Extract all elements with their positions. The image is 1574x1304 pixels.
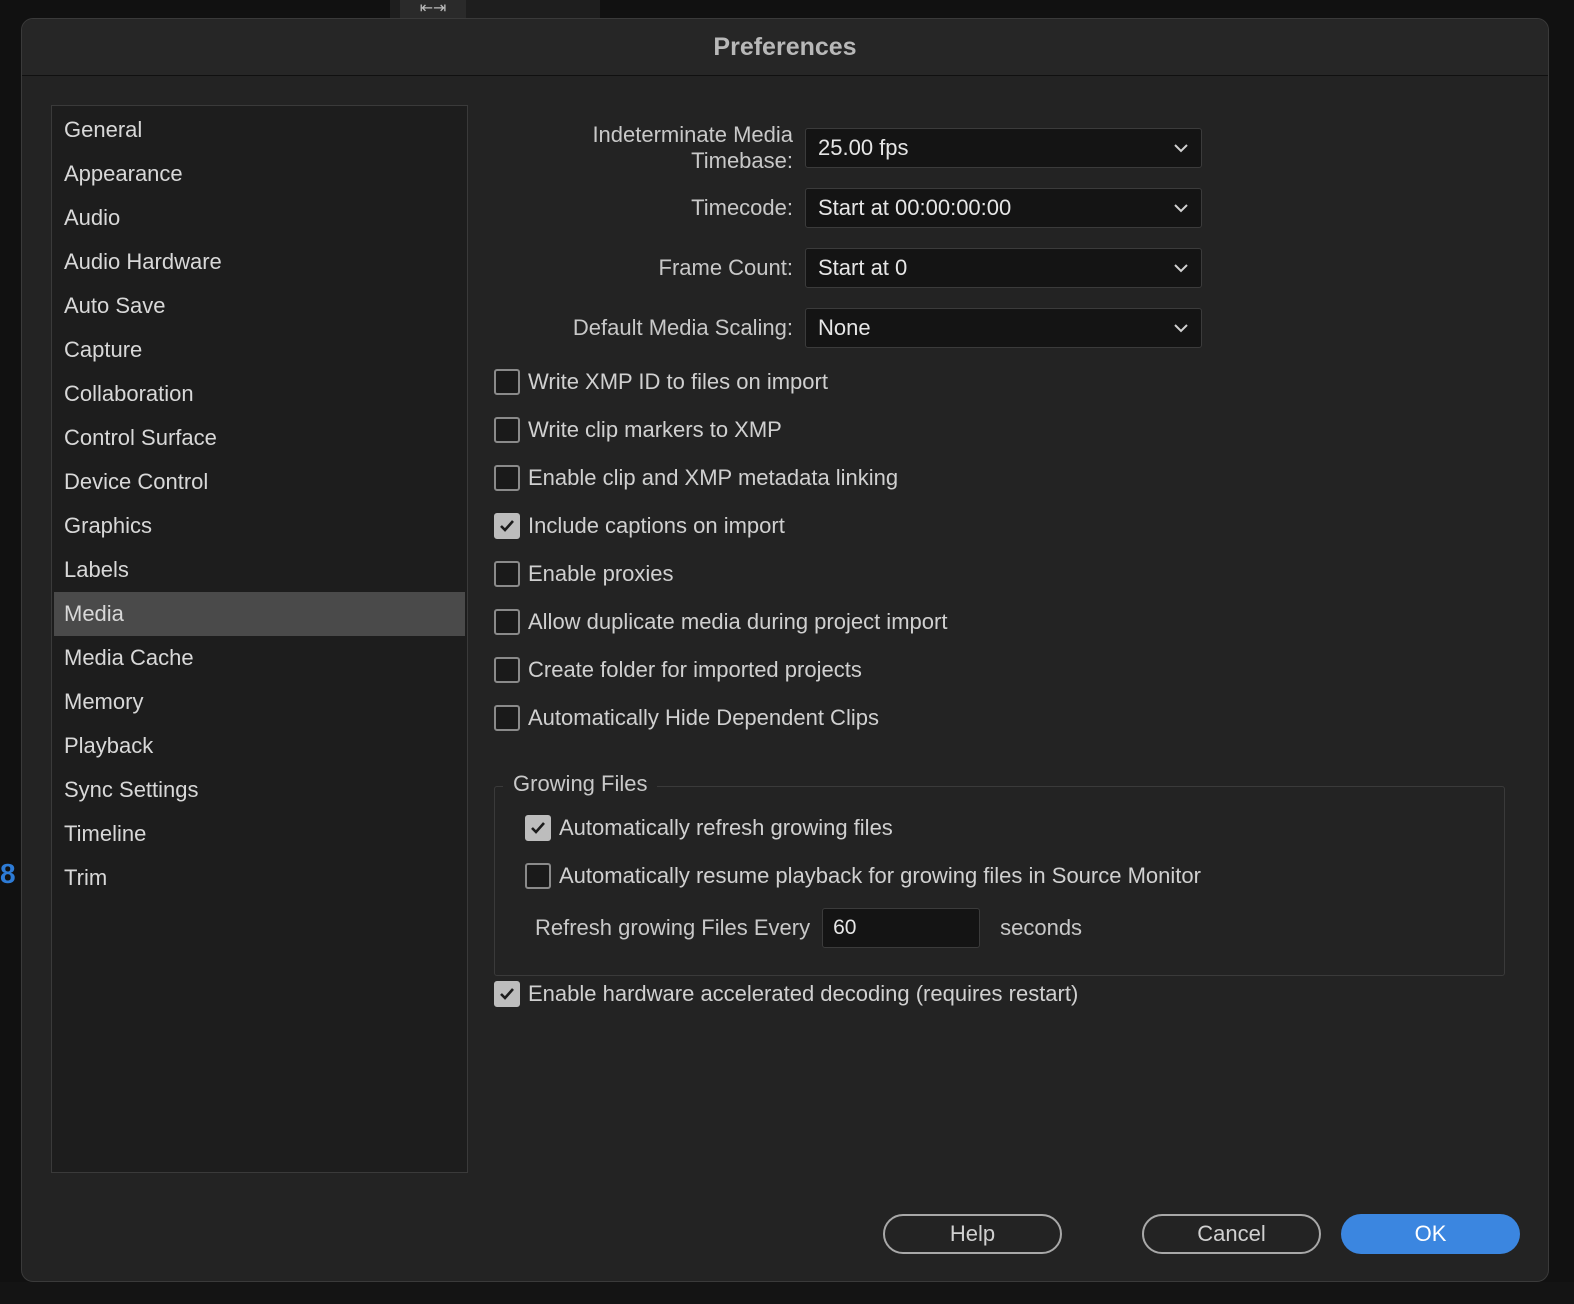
timebase-label: Indeterminate Media Timebase:	[592, 122, 793, 173]
background-number: 8	[0, 858, 16, 889]
option-hide-dependent-clips[interactable]: Automatically Hide Dependent Clips	[494, 703, 879, 733]
preferences-sidebar: General Appearance Audio Audio Hardware …	[51, 105, 468, 1173]
option-label: Enable proxies	[528, 561, 674, 586]
checkbox[interactable]	[525, 863, 551, 889]
option-write-clip-markers[interactable]: Write clip markers to XMP	[494, 415, 782, 445]
sidebar-item-labels[interactable]: Labels	[54, 548, 465, 592]
sidebar-item-trim[interactable]: Trim	[54, 856, 465, 900]
option-label: Write clip markers to XMP	[528, 417, 782, 442]
timebase-value: 25.00 fps	[818, 135, 909, 160]
option-label: Enable hardware accelerated decoding (re…	[528, 981, 1079, 1006]
sidebar-item-auto-save[interactable]: Auto Save	[54, 284, 465, 328]
scaling-row: Default Media Scaling: None	[492, 308, 1202, 348]
checkbox[interactable]	[494, 369, 520, 395]
growing-files-group: Growing Files Automatically refresh grow…	[494, 771, 1505, 976]
dialog-title: Preferences	[713, 32, 857, 61]
sidebar-item-device-control[interactable]: Device Control	[54, 460, 465, 504]
growing-files-legend: Growing Files	[503, 771, 658, 797]
option-create-folder[interactable]: Create folder for imported projects	[494, 655, 862, 685]
option-label: Enable clip and XMP metadata linking	[528, 465, 899, 490]
frame-count-select[interactable]: Start at 0	[805, 248, 1202, 288]
checkmark-icon	[531, 822, 545, 834]
option-label: Write XMP ID to files on import	[528, 369, 828, 394]
option-allow-duplicate-media[interactable]: Allow duplicate media during project imp…	[494, 607, 947, 637]
checkbox[interactable]	[494, 609, 520, 635]
sidebar-item-memory[interactable]: Memory	[54, 680, 465, 724]
checkbox[interactable]	[494, 465, 520, 491]
option-enable-proxies[interactable]: Enable proxies	[494, 559, 674, 589]
checkbox[interactable]	[494, 417, 520, 443]
sidebar-item-appearance[interactable]: Appearance	[54, 152, 465, 196]
option-label: Create folder for imported projects	[528, 657, 862, 682]
sidebar-item-graphics[interactable]: Graphics	[54, 504, 465, 548]
dialog-titlebar: Preferences	[22, 19, 1548, 76]
timecode-value: Start at 00:00:00:00	[818, 195, 1012, 220]
frame-count-label: Frame Count:	[658, 255, 794, 280]
checkmark-icon	[500, 988, 514, 1000]
sidebar-item-collaboration[interactable]: Collaboration	[54, 372, 465, 416]
sidebar-item-sync-settings[interactable]: Sync Settings	[54, 768, 465, 812]
help-button[interactable]: Help	[883, 1214, 1062, 1254]
checkbox-checked[interactable]	[525, 815, 551, 841]
sidebar-item-capture[interactable]: Capture	[54, 328, 465, 372]
timecode-label: Timecode:	[691, 195, 793, 220]
option-write-xmp-id[interactable]: Write XMP ID to files on import	[494, 367, 828, 397]
chevron-down-icon	[1174, 324, 1188, 333]
option-label: Include captions on import	[528, 513, 785, 538]
scaling-value: None	[818, 315, 871, 340]
media-preferences-panel: Indeterminate Media Timebase: 25.00 fps …	[492, 105, 1548, 1281]
fit-width-icon: ⇤⇥	[400, 0, 466, 18]
refresh-interval-unit: seconds	[1000, 915, 1083, 940]
sidebar-item-timeline[interactable]: Timeline	[54, 812, 465, 856]
checkbox-checked[interactable]	[494, 981, 520, 1007]
sidebar-item-media[interactable]: Media	[54, 592, 465, 636]
sidebar-item-media-cache[interactable]: Media Cache	[54, 636, 465, 680]
cancel-button[interactable]: Cancel	[1142, 1214, 1321, 1254]
option-label: Automatically Hide Dependent Clips	[528, 705, 879, 730]
chevron-down-icon	[1174, 144, 1188, 153]
sidebar-item-control-surface[interactable]: Control Surface	[54, 416, 465, 460]
option-hw-decoding[interactable]: Enable hardware accelerated decoding (re…	[494, 979, 1078, 1009]
refresh-interval-input[interactable]	[822, 908, 981, 948]
option-auto-refresh-growing[interactable]: Automatically refresh growing files	[525, 813, 893, 843]
timecode-select[interactable]: Start at 00:00:00:00	[805, 188, 1202, 228]
sidebar-item-audio-hardware[interactable]: Audio Hardware	[54, 240, 465, 284]
option-label: Automatically resume playback for growin…	[559, 863, 1201, 888]
checkbox[interactable]	[494, 561, 520, 587]
frame-count-row: Frame Count: Start at 0	[492, 248, 1202, 288]
background-toolbar: ⇤⇥	[390, 0, 600, 18]
ok-button[interactable]: OK	[1341, 1214, 1520, 1254]
timecode-row: Timecode: Start at 00:00:00:00	[492, 188, 1202, 228]
timebase-row: Indeterminate Media Timebase: 25.00 fps	[492, 122, 1202, 173]
scaling-select[interactable]: None	[805, 308, 1202, 348]
refresh-interval-row: Refresh growing Files Every seconds	[535, 908, 1082, 948]
timebase-select[interactable]: 25.00 fps	[805, 128, 1202, 168]
sidebar-item-audio[interactable]: Audio	[54, 196, 465, 240]
chevron-down-icon	[1174, 204, 1188, 213]
sidebar-item-general[interactable]: General	[54, 108, 465, 152]
checkmark-icon	[500, 520, 514, 532]
checkbox[interactable]	[494, 705, 520, 731]
option-include-captions[interactable]: Include captions on import	[494, 511, 785, 541]
option-metadata-linking[interactable]: Enable clip and XMP metadata linking	[494, 463, 898, 493]
chevron-down-icon	[1174, 264, 1188, 273]
sidebar-item-playback[interactable]: Playback	[54, 724, 465, 768]
frame-count-value: Start at 0	[818, 255, 908, 280]
scaling-label: Default Media Scaling:	[572, 315, 793, 340]
checkbox-checked[interactable]	[494, 513, 520, 539]
option-auto-resume-playback[interactable]: Automatically resume playback for growin…	[525, 861, 1201, 891]
refresh-interval-label: Refresh growing Files Every	[535, 915, 811, 940]
option-label: Allow duplicate media during project imp…	[528, 609, 948, 634]
option-label: Automatically refresh growing files	[559, 815, 893, 840]
background-status-strip	[0, 1282, 1574, 1304]
preferences-dialog: Preferences General Appearance Audio Aud…	[21, 18, 1549, 1282]
checkbox[interactable]	[494, 657, 520, 683]
